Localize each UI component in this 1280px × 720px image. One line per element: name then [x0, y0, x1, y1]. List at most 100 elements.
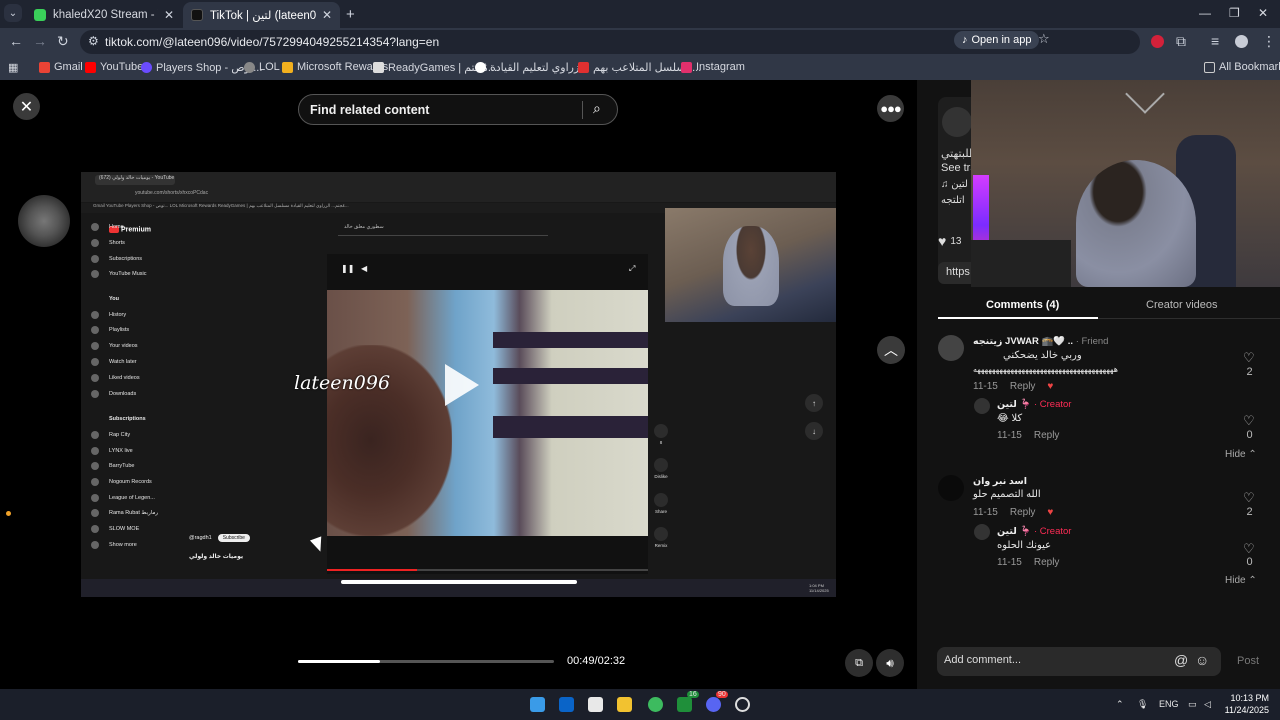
mention-icon[interactable]: @	[1174, 652, 1188, 668]
video-frame[interactable]: يوميات خالد ولولي (672) - YouTube youtub…	[81, 172, 836, 597]
recorded-sidebar-item: Home	[91, 223, 124, 231]
desk-monitor	[971, 240, 1071, 287]
add-comment-input[interactable]: Add comment... @ ☺	[937, 647, 1221, 676]
effect-label[interactable]: اتلتجه	[941, 195, 965, 206]
sidebar-item-label: You	[109, 296, 119, 302]
file-explorer-icon[interactable]	[617, 697, 632, 712]
comment-date: 11-15	[973, 507, 998, 518]
discord-icon[interactable]	[706, 697, 721, 712]
chrome-icon[interactable]	[648, 697, 663, 712]
username-text: لتين 🦩	[997, 526, 1032, 537]
hide-replies-button[interactable]: Hide ⌃	[1225, 449, 1257, 460]
network-icon[interactable]: ▭	[1188, 699, 1197, 710]
windows-start-icon[interactable]	[530, 697, 545, 712]
like-row[interactable]: ♥ 13	[938, 233, 961, 249]
music-label[interactable]: ♫ لتين	[941, 179, 968, 190]
reply-avatar[interactable]	[974, 398, 990, 414]
tab-tiktok[interactable]: TikTok | لتين (lateen096@) 🦩 ✕	[183, 2, 340, 28]
volume-button[interactable]: 🔊︎	[876, 649, 904, 677]
all-bookmarks[interactable]: All Bookmarks	[1204, 61, 1280, 73]
bookmark-gmail[interactable]: Gmail	[39, 61, 83, 73]
bookmark-star-icon[interactable]: ☆	[1038, 31, 1050, 47]
emoji-icon[interactable]: ☺	[1195, 652, 1209, 668]
recorded-sidebar-item: LYNX live	[91, 447, 133, 455]
sidebar-item-icon	[91, 478, 99, 486]
site-info-icon[interactable]: ⚙	[88, 34, 99, 48]
restore-icon[interactable]: ❐	[1229, 6, 1240, 20]
media-controls-icon[interactable]: ≡	[1211, 33, 1219, 49]
xbox-icon[interactable]	[677, 697, 692, 712]
tab-search-button[interactable]: ⌄	[4, 4, 22, 22]
recorded-sidebar-item: Subscriptions	[109, 416, 146, 422]
reply-avatar[interactable]	[974, 524, 990, 540]
sidebar-item-icon	[91, 223, 99, 231]
bookmark-lol[interactable]: LOL	[244, 61, 280, 73]
recorded-tab: يوميات خالد ولولي (672) - YouTube	[95, 175, 175, 185]
reload-icon[interactable]: ↻	[57, 33, 69, 50]
players-shop-icon	[141, 62, 152, 73]
recorded-clock: 1:04 PM 11/14/2025	[809, 583, 829, 593]
store-icon[interactable]	[588, 697, 603, 712]
post-button[interactable]: Post	[1237, 655, 1259, 667]
bookmark-instagram[interactable]: Instagram	[681, 61, 745, 73]
sidebar-item-label: Watch later	[109, 359, 137, 365]
close-tab-icon[interactable]: ✕	[164, 8, 174, 22]
reply-like-icon[interactable]: ♡	[1243, 413, 1255, 429]
open-in-app-button[interactable]: ♪ Open in app	[954, 31, 1040, 49]
play-icon[interactable]	[445, 364, 479, 406]
new-tab-plus-icon[interactable]: +	[346, 6, 355, 23]
comment-avatar[interactable]	[938, 475, 964, 501]
window-close-icon[interactable]: ✕	[1258, 6, 1268, 20]
reply-button[interactable]: Reply	[1034, 557, 1060, 568]
system-clock[interactable]: 10:13 PM 11/24/2025	[1223, 692, 1269, 716]
close-video-button[interactable]: ✕	[13, 93, 40, 120]
progress-fill	[298, 660, 380, 663]
picture-in-picture-button[interactable]: ⧉	[845, 649, 873, 677]
outlook-icon[interactable]	[559, 697, 574, 712]
minimize-icon[interactable]: —	[1199, 6, 1211, 20]
comment-like-icon[interactable]: ♡	[1243, 350, 1255, 366]
like-animation-icon: ♥	[1047, 381, 1054, 392]
hide-replies-button[interactable]: Hide ⌃	[1225, 575, 1257, 586]
extensions-puzzle-icon[interactable]: ⧉	[1176, 33, 1186, 50]
apps-grid-icon[interactable]: ▦	[8, 61, 18, 74]
tray-chevron-icon[interactable]: ⌃	[1116, 699, 1124, 710]
app-icon[interactable]	[735, 697, 750, 712]
comment-username[interactable]: اسد نبر وان	[973, 476, 1027, 487]
wall-lamp	[1125, 80, 1165, 114]
video-progress-bar[interactable]	[298, 660, 554, 663]
reply-button[interactable]: Reply	[1034, 430, 1060, 441]
comment-avatar[interactable]	[938, 335, 964, 361]
search-icon[interactable]: ⌕	[593, 100, 601, 117]
language-indicator[interactable]: ENG	[1159, 699, 1179, 709]
forward-arrow-icon[interactable]: →	[33, 33, 47, 49]
back-arrow-icon[interactable]: ←	[9, 33, 23, 49]
reply-date: 11-15	[997, 557, 1022, 568]
close-tab-icon[interactable]: ✕	[322, 8, 332, 22]
extension-icon[interactable]	[1151, 35, 1164, 48]
comment-like-icon[interactable]: ♡	[1243, 490, 1255, 506]
bookmark-driving-school[interactable]: الزراوي لتعليم القيادة	[475, 61, 586, 74]
previous-video-button[interactable]: ︿	[877, 336, 905, 364]
reply-button[interactable]: Reply	[1010, 381, 1036, 392]
more-options-button[interactable]: ●●●	[877, 95, 904, 122]
chevron-up-icon: ⌃	[1248, 575, 1257, 586]
tab-comments[interactable]: Comments (4)	[986, 299, 1059, 311]
more-menu-icon[interactable]: ⋮	[1262, 33, 1276, 50]
microphone-icon[interactable]: 🎙︎	[1137, 699, 1148, 710]
bookmark-youtube[interactable]: YouTube	[85, 61, 143, 73]
reply-username[interactable]: لتين 🦩 · Creator	[997, 526, 1071, 537]
reply-meta: 11-15 Reply	[997, 557, 1059, 568]
tab-khaledx20-stream[interactable]: khaledX20 Stream - Watch Live ✕	[26, 2, 182, 28]
author-avatar[interactable]	[942, 107, 972, 137]
reply-username[interactable]: لتين 🦩 · Creator	[997, 399, 1071, 410]
friend-tag: · Friend	[1075, 336, 1109, 347]
volume-tray-icon[interactable]: ◁	[1204, 699, 1211, 710]
reply-button[interactable]: Reply	[1010, 507, 1036, 518]
profile-avatar[interactable]	[1235, 35, 1248, 48]
microsoft-icon	[282, 61, 293, 73]
tab-creator-videos[interactable]: Creator videos	[1146, 299, 1218, 311]
related-search-box[interactable]: Find related content ⌕	[298, 94, 618, 125]
comment-username[interactable]: زيتنجه JVWAR 🕋🤍 .. · Friend	[973, 336, 1108, 347]
reply-like-icon[interactable]: ♡	[1243, 541, 1255, 557]
